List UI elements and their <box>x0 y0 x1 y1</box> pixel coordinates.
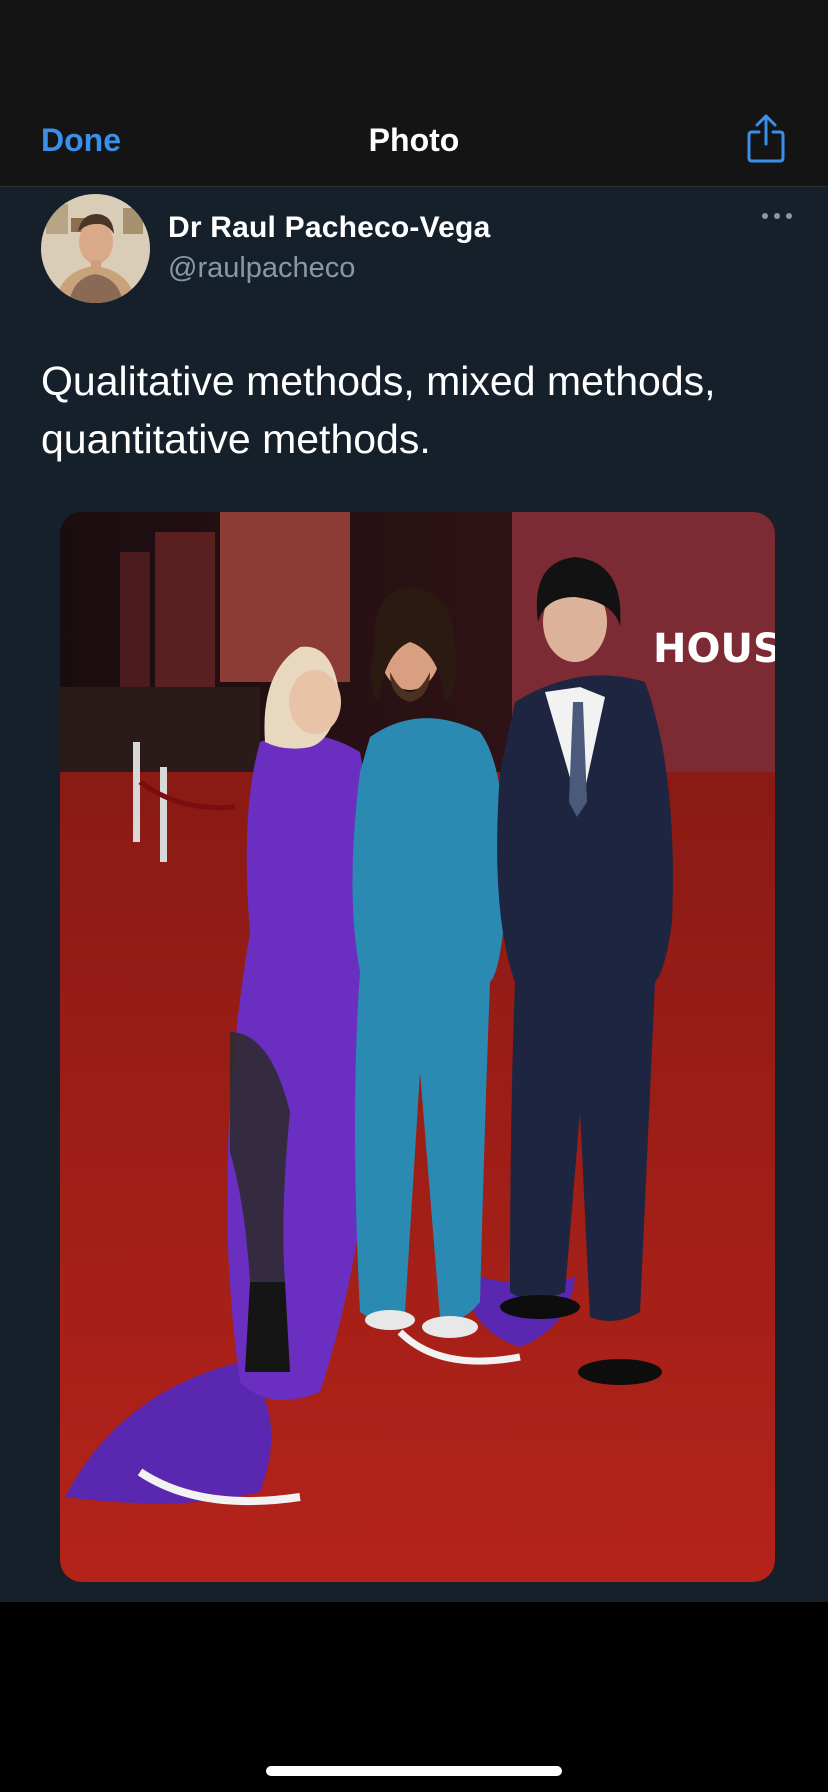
navigation-bar: Done Photo <box>0 100 828 187</box>
bottom-area <box>0 1603 828 1792</box>
tweet-photo[interactable]: HOUSE O <box>60 512 775 1582</box>
page-title: Photo <box>368 122 460 158</box>
tweet-detail: Dr Raul Pacheco-Vega @raulpacheco Qualit… <box>0 187 828 1602</box>
photo-sign-text: HOUSE O <box>653 626 775 672</box>
status-bar <box>0 0 828 100</box>
tweet-text: Qualitative methods, mixed methods, quan… <box>41 358 716 462</box>
share-icon[interactable] <box>744 112 788 164</box>
display-name[interactable]: Dr Raul Pacheco-Vega <box>168 211 490 245</box>
avatar[interactable] <box>41 194 150 303</box>
user-handle[interactable]: @raulpacheco <box>168 252 355 285</box>
more-options-icon[interactable] <box>757 205 797 227</box>
home-indicator[interactable] <box>266 1766 562 1776</box>
